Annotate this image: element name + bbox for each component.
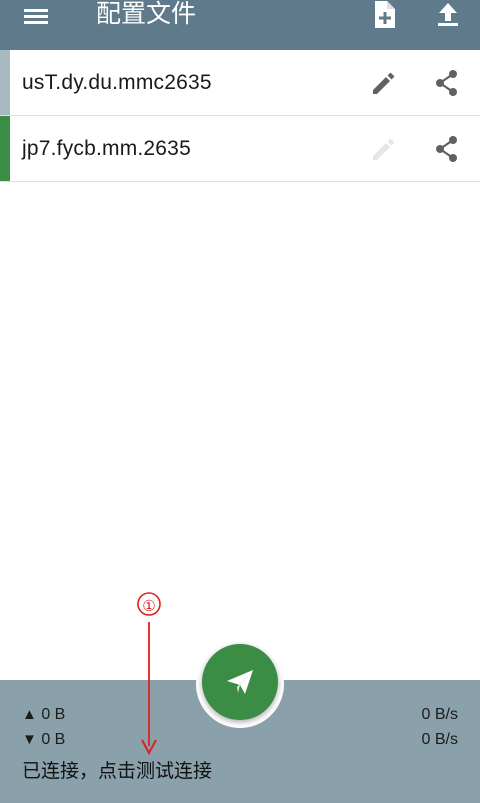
connect-fab[interactable]	[202, 644, 278, 720]
new-profile-button[interactable]	[365, 0, 405, 30]
upload-button[interactable]	[428, 0, 468, 30]
profile-name: jp7.fycb.mm.2635	[22, 137, 191, 160]
add-file-icon	[375, 1, 395, 28]
paper-plane-icon	[227, 670, 253, 694]
annotation-marker-text: ①	[142, 597, 155, 615]
profile-row[interactable]: jp7.fycb.mm.2635	[0, 116, 480, 182]
profile-indicator-active	[0, 116, 10, 181]
share-profile-button[interactable]	[432, 134, 462, 164]
upload-total: ▲ 0 B	[22, 706, 65, 724]
share-profile-button[interactable]	[432, 68, 462, 98]
menu-icon	[24, 9, 48, 24]
upload-speed: 0 B/s	[421, 706, 458, 723]
pencil-icon	[373, 138, 395, 160]
download-total: ▼ 0 B	[22, 731, 65, 749]
profile-list: usT.dy.du.mmc2635 jp7.fycb.mm.2635	[0, 50, 480, 182]
pencil-icon	[373, 72, 395, 94]
up-arrow-icon: ▲	[22, 706, 37, 723]
download-total-value: 0 B	[41, 731, 66, 748]
profile-row[interactable]: usT.dy.du.mmc2635	[0, 50, 480, 116]
down-arrow-icon: ▼	[22, 731, 37, 748]
page-title: 配置文件	[96, 0, 197, 28]
menu-button[interactable]	[14, 2, 62, 30]
edit-profile-button-disabled[interactable]	[368, 134, 398, 164]
profile-name: usT.dy.du.mmc2635	[22, 71, 212, 94]
annotation-marker-circle	[137, 592, 161, 616]
share-icon	[436, 70, 457, 96]
connection-status[interactable]: 已连接，点击测试连接	[22, 756, 212, 783]
upload-total-value: 0 B	[41, 706, 66, 723]
edit-profile-button[interactable]	[368, 68, 398, 98]
download-speed: 0 B/s	[421, 731, 458, 748]
profile-indicator	[0, 50, 10, 115]
app-bar: 配置文件	[0, 0, 480, 50]
upload-icon	[438, 3, 458, 26]
share-icon	[436, 136, 457, 162]
